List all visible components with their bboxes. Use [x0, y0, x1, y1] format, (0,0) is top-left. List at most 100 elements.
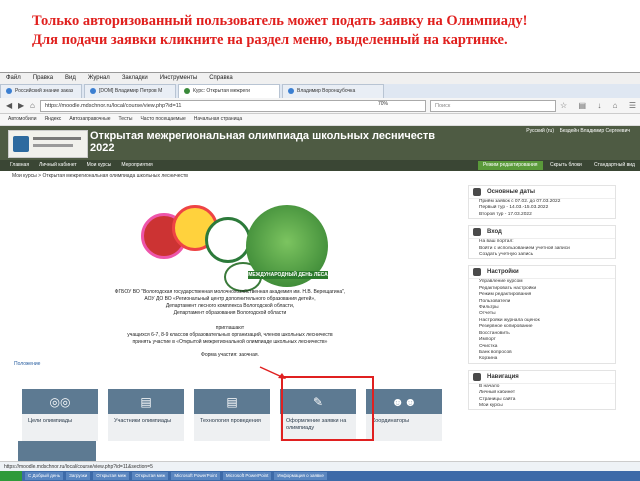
browser-tab[interactable]: [DOM] Владимир Петров M [84, 84, 176, 98]
browser-screenshot: Файл Правка Вид Журнал Закладки Инструменты Сп… [0, 72, 640, 481]
menu-item[interactable]: Справка [209, 75, 233, 81]
tab-label: Владимир Воронцубочка [297, 88, 356, 94]
site-logo[interactable] [8, 130, 88, 158]
tile-label: Технология проведения [200, 418, 261, 424]
tab-favicon-icon [6, 87, 12, 94]
language-selector[interactable]: Русский (ru) [526, 128, 554, 134]
menu-item[interactable]: Журнал [88, 75, 110, 81]
browser-tabs: Российский знание заказ [DOM] Владимир П… [0, 84, 640, 98]
block-line: Второй тур - 17.03.2022 [479, 211, 532, 217]
block-title: Вход [487, 229, 502, 236]
menu-item[interactable]: Вид [65, 75, 76, 81]
breadcrumb-text[interactable]: Мои курсы > Открытая межрегиональная оли… [12, 173, 188, 179]
bookmark-item[interactable]: Часто посещаемые [140, 116, 185, 122]
bookmark-item[interactable]: Автозаправочные [69, 116, 110, 122]
intro-line: ФГБОУ ВО "Вологодская государственная мо… [114, 289, 346, 295]
bookmark-item[interactable]: Автомобили [8, 116, 36, 122]
hide-blocks-link[interactable]: Скрыть блоки [550, 160, 582, 171]
intro-line: АОУ ДО ВО «Региональный центр дополнител… [144, 296, 316, 302]
intro-text: ФГБОУ ВО "Вологодская государственная мо… [60, 289, 400, 317]
bookmark-item[interactable]: Начальная страница [194, 116, 242, 122]
download-icon[interactable]: ↓ [597, 101, 601, 110]
forward-icon[interactable]: ▶ [18, 101, 24, 110]
user-menu[interactable]: Русский (ru) Бездейн Владимир Сергеевич [526, 128, 630, 134]
menu-item[interactable]: Закладки [122, 75, 148, 81]
menu-item[interactable]: Правка [33, 75, 53, 81]
bookmark-item[interactable]: Тесты [119, 116, 133, 122]
tab-favicon-icon [184, 87, 190, 94]
settings-link[interactable]: Корзина [469, 356, 615, 362]
taskbar-item[interactable]: Открытая меж [93, 472, 130, 480]
search-input[interactable]: Поиск [430, 100, 556, 112]
course-tiles: ◎◎ Цели олимпиады ▤ Участники олимпиады … [22, 389, 452, 441]
back-icon[interactable]: ◀ [6, 101, 12, 110]
block-settings: Настройки Управление курсом Редактироват… [468, 265, 616, 364]
library-icon[interactable]: ▤ [578, 101, 586, 110]
binoculars-icon: ◎◎ [22, 389, 98, 414]
standard-view-link[interactable]: Стандартный вид [594, 160, 635, 171]
status-bar: https://moodle.mdschnor.ru/local/course/… [0, 461, 640, 471]
nav-link[interactable]: Мои курсы [469, 403, 615, 409]
taskbar-item[interactable]: Microsoft PowerPoint [171, 472, 220, 480]
taskbar-item[interactable]: Открытая меж [132, 472, 169, 480]
browser-tab-active[interactable]: Курс: Открытая межреги [178, 84, 280, 98]
gear-icon [473, 268, 481, 277]
url-field[interactable]: https://moodle.mdschnor.ru/local/course/… [40, 100, 426, 112]
slide-caption: Только авторизованный пользователь может… [32, 12, 632, 50]
block-title: Основные даты [487, 189, 535, 195]
tile-participants[interactable]: ▤ Участники олимпиады [108, 389, 184, 441]
tile-technology[interactable]: ▤ Технология проведения [194, 389, 270, 441]
nav-events[interactable]: Мероприятия [121, 162, 152, 168]
taskbar-item[interactable]: Загрузки [66, 472, 91, 480]
forest-logo [205, 217, 251, 263]
highlight-box [281, 376, 374, 441]
site-title-line2: 2022 [90, 142, 115, 154]
taskbar-item[interactable]: Информация о заявке [274, 472, 327, 480]
breadcrumb: Мои курсы > Открытая межрегиональная оли… [12, 173, 188, 179]
site-header: Открытая межрегиональная олимпиада школь… [0, 126, 640, 160]
star-icon[interactable]: ☆ [560, 101, 567, 110]
people-icon: ☻☻ [366, 389, 442, 414]
block-login: Вход На ваш портал: Войти с использовани… [468, 225, 616, 260]
edit-mode-button[interactable]: Режим редактирования [478, 161, 543, 170]
tab-label: Российский знание заказ [15, 88, 74, 94]
site-nav-bar: Главная Личный кабинет Мои курсы Мероприяти… [0, 160, 640, 171]
compass-icon [473, 372, 481, 381]
globe-caption: МЕЖДУНАРОДНЫЙ ДЕНЬ ЛЕСА [248, 271, 328, 279]
menu-icon[interactable]: ☰ [629, 101, 636, 110]
browser-tab[interactable]: Владимир Воронцубочка [282, 84, 384, 98]
tab-favicon-icon [90, 87, 96, 94]
bookmark-item[interactable]: Яндекс [44, 116, 61, 122]
block-key-dates: Основные даты Приём заявок с 07.02. до 0… [468, 185, 616, 220]
tile-goals[interactable]: ◎◎ Цели олимпиады [22, 389, 98, 441]
block-title: Навигация [487, 373, 519, 380]
home-icon[interactable]: ⌂ [613, 101, 618, 110]
login-icon [473, 228, 481, 237]
browser-tab[interactable]: Российский знание заказ [0, 84, 82, 98]
partner-logos: МЕЖДУНАРОДНЫЙ ДЕНЬ ЛЕСА [136, 205, 332, 292]
tile-coordinators[interactable]: ☻☻ Координаторы [366, 389, 442, 441]
invite-line: учащихся 6-7, 8-9 классов образовательны… [127, 332, 333, 338]
menu-item[interactable]: Инструменты [160, 75, 197, 81]
nav-my-courses[interactable]: Мои курсы [87, 162, 112, 168]
caption-line-2: Для подачи заявки кликните на раздел мен… [32, 32, 508, 48]
taskbar-item[interactable]: С Добрый день [25, 472, 64, 480]
tile-label: Цели олимпиады [28, 418, 73, 424]
zoom-level[interactable]: 70% [378, 101, 388, 107]
section-heading[interactable]: Положение [14, 361, 40, 367]
right-sidebar: Основные даты Приём заявок с 07.02. до 0… [468, 185, 616, 416]
nav-home[interactable]: Главная [10, 162, 29, 168]
caption-line-1: Только авторизованный пользователь может… [32, 13, 528, 29]
menu-item[interactable]: Файл [6, 75, 21, 81]
tab-favicon-icon [288, 87, 294, 94]
user-name[interactable]: Бездейн Владимир Сергеевич [560, 128, 630, 134]
site-title: Открытая межрегиональная олимпиада школь… [90, 130, 435, 154]
toolbar-icons: ☆ ▤ ↓ ⌂ ☰ [560, 101, 636, 110]
tab-label: Курс: Открытая межреги [193, 88, 250, 94]
tile-label: Участники олимпиады [114, 418, 172, 424]
intro-line: Департамент лесного комплекса Вологодско… [165, 303, 295, 309]
taskbar-item[interactable]: Microsoft PowerPoint [222, 472, 272, 480]
create-account-link[interactable]: Создать учетную запись [469, 252, 615, 258]
home-icon[interactable]: ⌂ [30, 101, 35, 110]
nav-dashboard[interactable]: Личный кабинет [39, 162, 77, 168]
